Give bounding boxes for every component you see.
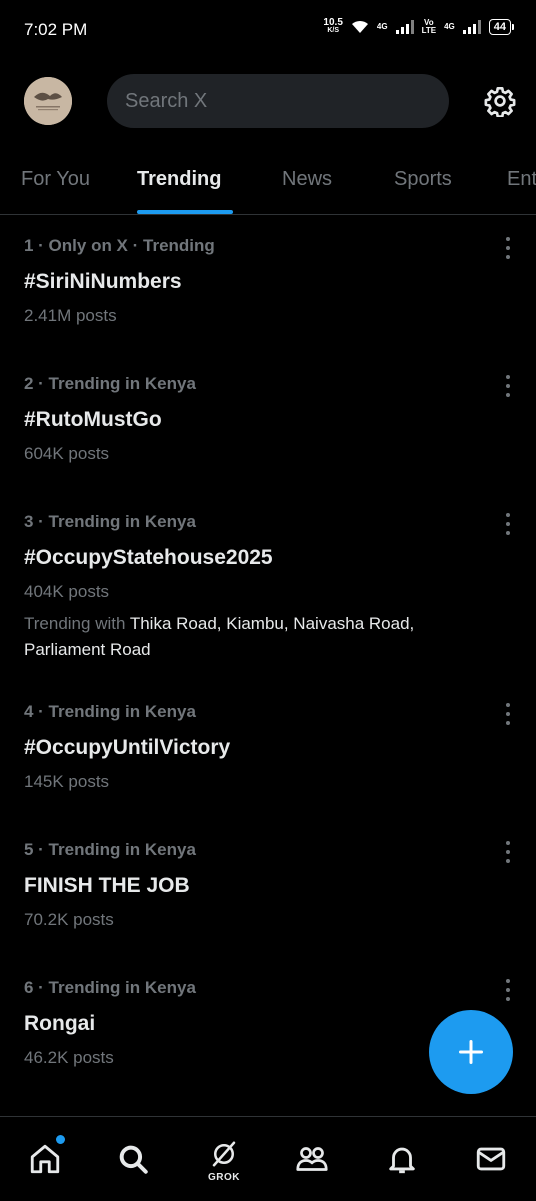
trend-title: #OccupyUntilVictory	[24, 736, 231, 759]
nav-notifications[interactable]	[380, 1137, 424, 1181]
sim2-network-label: 4G	[444, 21, 455, 31]
tab-sports[interactable]: Sports	[394, 168, 452, 191]
compose-plus-icon	[459, 1040, 483, 1064]
search-input[interactable]: Search X	[107, 74, 449, 128]
tab-news[interactable]: News	[282, 168, 332, 191]
more-options-button[interactable]	[502, 979, 514, 1001]
trend-meta: 2 · Trending in Kenya	[24, 374, 196, 393]
home-icon	[30, 1144, 60, 1174]
tab-entertainment[interactable]: Ent	[507, 168, 536, 191]
volte-bottom: LTE	[421, 25, 437, 35]
bell-icon	[389, 1147, 415, 1174]
trend-meta: 3 · Trending in Kenya	[24, 512, 196, 531]
avatar[interactable]	[24, 77, 72, 125]
trend-meta: 4 · Trending in Kenya	[24, 702, 196, 721]
status-bar: 7:02 PM 10.5 K/S 4G Vo LTE 4G 44	[0, 0, 536, 62]
network-speed-value: 10.5	[323, 17, 343, 28]
nav-messages[interactable]	[469, 1137, 513, 1181]
trend-item[interactable]: 3 · Trending in Kenya #OccupyStatehouse2…	[0, 491, 536, 681]
trend-meta: 1 · Only on X · Trending	[24, 236, 215, 255]
tab-for-you[interactable]: For You	[21, 168, 90, 191]
tab-trending[interactable]: Trending	[137, 168, 221, 191]
trend-title: #OccupyStatehouse2025	[24, 546, 273, 569]
status-icons: 10.5 K/S 4G Vo LTE 4G 44	[323, 18, 514, 35]
trend-item[interactable]: 2 · Trending in Kenya #RutoMustGo 604K p…	[0, 353, 536, 489]
nav-grok[interactable]: GROK	[202, 1137, 246, 1183]
trending-with-prefix: Trending with	[24, 614, 126, 633]
trend-post-count: 404K posts	[24, 582, 110, 601]
trend-meta: 6 · Trending in Kenya	[24, 978, 196, 997]
trend-post-count: 145K posts	[24, 772, 110, 791]
trend-post-count: 604K posts	[24, 444, 110, 463]
more-options-button[interactable]	[502, 513, 514, 535]
more-options-button[interactable]	[502, 375, 514, 397]
network-speed: 10.5 K/S	[323, 18, 342, 35]
header: Search X	[0, 72, 536, 132]
search-icon	[119, 1145, 148, 1174]
trend-post-count: 2.41M posts	[24, 306, 117, 325]
communities-icon	[296, 1147, 328, 1171]
signal-icon	[395, 19, 414, 34]
status-time: 7:02 PM	[24, 20, 88, 39]
network-speed-unit: K/S	[327, 27, 339, 34]
more-options-button[interactable]	[502, 841, 514, 863]
mail-icon	[476, 1147, 506, 1171]
nav-search[interactable]	[111, 1137, 155, 1181]
trend-title: FINISH THE JOB	[24, 874, 190, 897]
wifi-icon	[351, 20, 368, 33]
trend-post-count: 70.2K posts	[24, 910, 114, 929]
battery-level: 44	[488, 18, 511, 35]
tab-bar: For You Trending News Sports Ent	[0, 156, 536, 215]
compose-button[interactable]	[429, 1010, 513, 1094]
notification-dot	[56, 1135, 65, 1144]
trend-item[interactable]: 4 · Trending in Kenya #OccupyUntilVictor…	[0, 681, 536, 817]
grok-label: GROK	[208, 1172, 240, 1183]
search-placeholder: Search X	[125, 89, 208, 112]
trend-meta: 5 · Trending in Kenya	[24, 840, 196, 859]
battery-icon: 44	[488, 18, 514, 35]
trend-post-count: 46.2K posts	[24, 1048, 114, 1067]
active-tab-indicator	[137, 210, 233, 214]
grok-icon	[212, 1141, 236, 1167]
trend-title: #SiriNiNumbers	[24, 270, 182, 293]
trend-title: #RutoMustGo	[24, 408, 162, 431]
nav-communities[interactable]	[290, 1137, 334, 1181]
trending-with: Trending with Thika Road, Kiambu, Naivas…	[24, 611, 494, 663]
trend-title: Rongai	[24, 1012, 96, 1035]
trend-item[interactable]: 1 · Only on X · Trending #SiriNiNumbers …	[0, 215, 536, 351]
more-options-button[interactable]	[502, 237, 514, 259]
bottom-nav: GROK	[0, 1116, 536, 1201]
nav-home[interactable]	[23, 1135, 67, 1181]
settings-gear-icon	[484, 87, 516, 118]
settings-button[interactable]	[484, 85, 516, 118]
trend-item[interactable]: 5 · Trending in Kenya FINISH THE JOB 70.…	[0, 819, 536, 955]
signal-icon	[462, 19, 481, 34]
more-options-button[interactable]	[502, 703, 514, 725]
sim1-network-label: 4G	[376, 21, 388, 31]
volte-label: Vo LTE	[421, 18, 437, 35]
